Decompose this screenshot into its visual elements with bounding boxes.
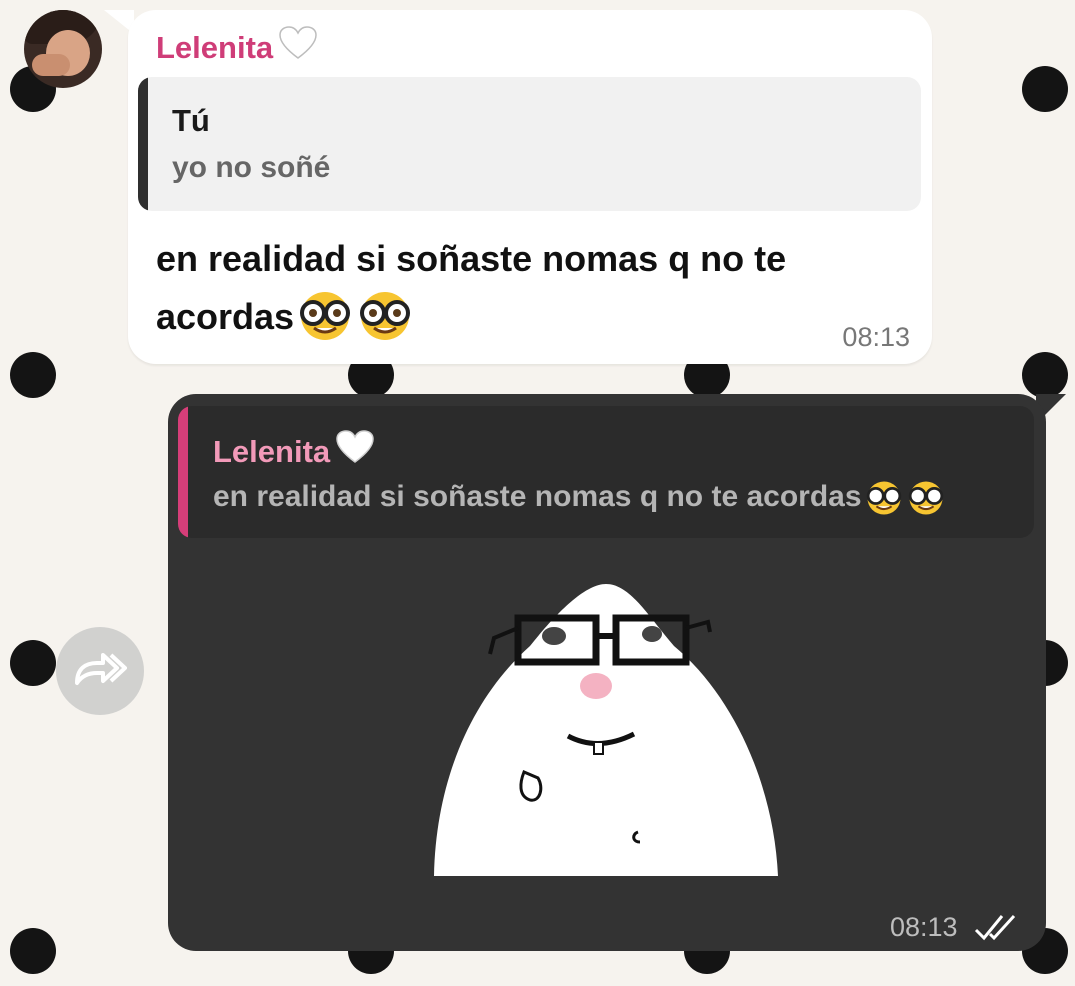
- background-dot: [1022, 66, 1068, 112]
- background-dot: [10, 640, 56, 686]
- message-time: 08:13: [842, 322, 910, 352]
- sender-avatar[interactable]: [24, 10, 102, 88]
- reply-quote[interactable]: Lelenita en realidad si soñaste nomas q …: [178, 406, 1034, 538]
- quote-text: en realidad si soñaste nomas q no te aco…: [213, 480, 946, 516]
- message-text: en realidad si soñaste nomas q no te aco…: [156, 230, 896, 346]
- nerd-face-icon: [906, 480, 946, 516]
- reply-quote[interactable]: Tú yo no soñé: [138, 77, 921, 211]
- nerd-face-icon: [864, 480, 904, 516]
- background-dot: [10, 928, 56, 974]
- white-heart-icon: [336, 430, 374, 472]
- quote-author: Tú: [172, 103, 210, 138]
- white-heart-icon: [279, 26, 317, 68]
- outgoing-message-bubble[interactable]: Lelenita en realidad si soñaste nomas q …: [168, 394, 1046, 951]
- forward-icon: [73, 651, 127, 692]
- background-dot: [10, 352, 56, 398]
- forward-button[interactable]: [56, 627, 144, 715]
- nerd-face-icon: [296, 291, 354, 341]
- double-check-icon: [974, 914, 1022, 947]
- nerd-face-icon: [356, 291, 414, 341]
- incoming-message-bubble[interactable]: Lelenita Tú yo no soñé en realidad si so…: [128, 10, 932, 364]
- quote-text: yo no soñé: [172, 151, 331, 184]
- quote-author: Lelenita: [213, 430, 374, 472]
- quote-bar: [178, 406, 188, 538]
- background-dot: [1022, 352, 1068, 398]
- message-time: 08:13: [890, 912, 958, 942]
- nerd-sticker[interactable]: [434, 576, 778, 876]
- sender-name[interactable]: Lelenita: [156, 26, 317, 68]
- quote-bar: [138, 77, 148, 211]
